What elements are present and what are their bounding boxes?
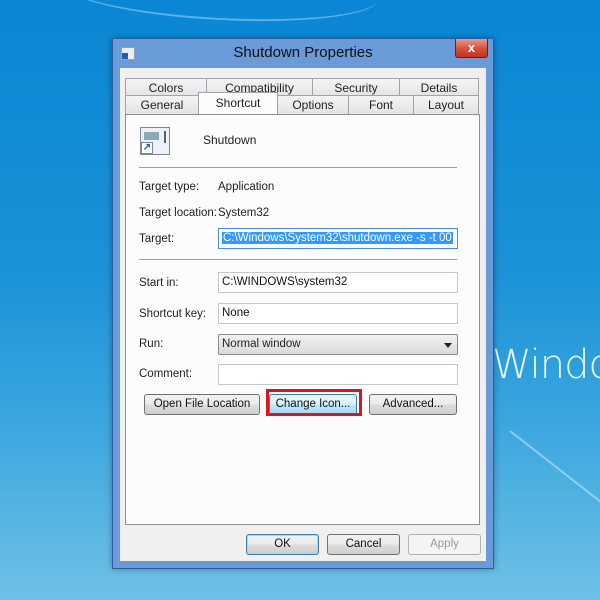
- tab-general[interactable]: General: [125, 95, 199, 114]
- dialog-client-area: Colors Compatibility Security Details Ge…: [120, 68, 486, 561]
- target-location-label: Target location:: [139, 207, 217, 219]
- target-location-value: System32: [218, 207, 270, 219]
- tab-layout[interactable]: Layout: [413, 95, 479, 114]
- cancel-button[interactable]: Cancel: [327, 534, 400, 555]
- shortcut-key-input[interactable]: None: [218, 303, 458, 324]
- run-label: Run:: [139, 338, 164, 350]
- target-input-selected-text: C:\Windows\System32\shutdown.exe -s -t 0…: [222, 232, 453, 244]
- desktop-windows-logo-text: Windo: [492, 342, 600, 388]
- close-icon: x: [467, 40, 476, 55]
- run-select[interactable]: Normal window: [218, 334, 458, 355]
- target-input[interactable]: C:\Windows\System32\shutdown.exe -s -t 0…: [218, 228, 458, 249]
- tab-shortcut[interactable]: Shortcut: [198, 92, 278, 114]
- start-in-label: Start in:: [139, 277, 179, 289]
- tab-row-front: General Shortcut Options Font Layout: [125, 92, 479, 114]
- shortcut-name: Shutdown: [203, 133, 257, 147]
- apply-button[interactable]: Apply: [408, 534, 481, 555]
- shortcut-arrow-icon: ↗: [141, 142, 153, 154]
- shutdown-properties-dialog: Shutdown Properties x Colors Compatibili…: [112, 38, 494, 569]
- desktop-wallpaper-streak: [509, 430, 600, 506]
- divider: [139, 167, 457, 168]
- target-type-label: Target type:: [139, 181, 200, 193]
- open-file-location-button[interactable]: Open File Location: [144, 394, 260, 415]
- divider: [139, 259, 457, 260]
- tab-options[interactable]: Options: [277, 95, 349, 114]
- comment-input[interactable]: [218, 364, 458, 385]
- close-button[interactable]: x: [455, 39, 488, 58]
- window-title: Shutdown Properties: [233, 44, 373, 61]
- target-type-value: Application: [218, 181, 275, 193]
- shortcut-tab-panel: ↗ Shutdown Target type: Application Targ…: [125, 114, 480, 525]
- ok-button[interactable]: OK: [246, 534, 319, 555]
- target-label: Target:: [139, 233, 175, 245]
- run-select-value: Normal window: [222, 338, 301, 350]
- tab-font[interactable]: Font: [348, 95, 414, 114]
- chevron-down-icon: [444, 343, 452, 348]
- advanced-button[interactable]: Advanced...: [369, 394, 457, 415]
- start-in-input[interactable]: C:\WINDOWS\system32: [218, 272, 458, 293]
- comment-label: Comment:: [139, 368, 193, 380]
- shortcut-file-icon: ↗: [140, 127, 170, 155]
- shortcut-key-label: Shortcut key:: [139, 308, 207, 320]
- desktop-wallpaper-streak: [58, 0, 382, 29]
- title-bar[interactable]: Shutdown Properties x: [113, 39, 493, 68]
- tutorial-highlight-box: [266, 389, 362, 416]
